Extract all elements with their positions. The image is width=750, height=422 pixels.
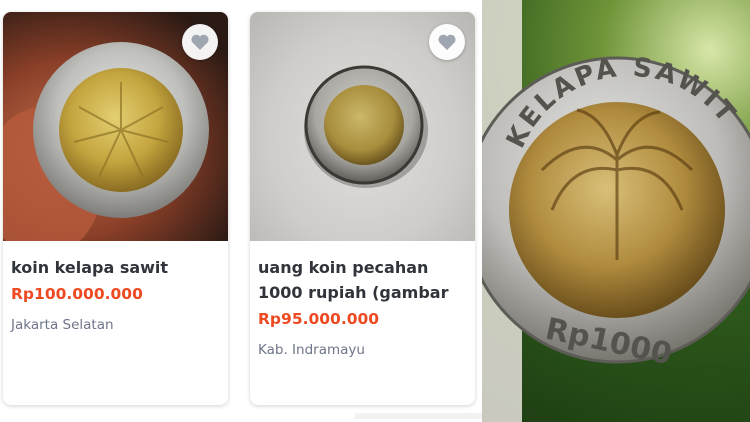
heart-icon — [191, 34, 209, 50]
product-location: Jakarta Selatan — [11, 317, 114, 333]
product-image[interactable] — [250, 12, 475, 241]
product-card[interactable]: uang koin pecahan 1000 rupiah (gambar Rp… — [250, 12, 475, 405]
favorite-button[interactable] — [182, 24, 218, 60]
product-card[interactable]: koin kelapa sawit Rp100.000.000 Jakarta … — [3, 12, 228, 405]
heart-icon — [438, 34, 456, 50]
product-title[interactable]: uang koin pecahan 1000 rupiah (gambar — [258, 255, 453, 305]
product-image[interactable] — [3, 12, 228, 241]
coin-closeup-image: KELAPA SAWIT Rp1000 — [482, 0, 750, 422]
coin-closeup-photo: KELAPA SAWIT Rp1000 — [482, 0, 750, 422]
product-price: Rp95.000.000 — [258, 310, 380, 328]
product-price: Rp100.000.000 — [11, 285, 143, 303]
product-location: Kab. Indramayu — [258, 342, 365, 358]
favorite-button[interactable] — [429, 24, 465, 60]
divider — [355, 413, 482, 419]
product-title[interactable]: koin kelapa sawit — [11, 255, 220, 280]
